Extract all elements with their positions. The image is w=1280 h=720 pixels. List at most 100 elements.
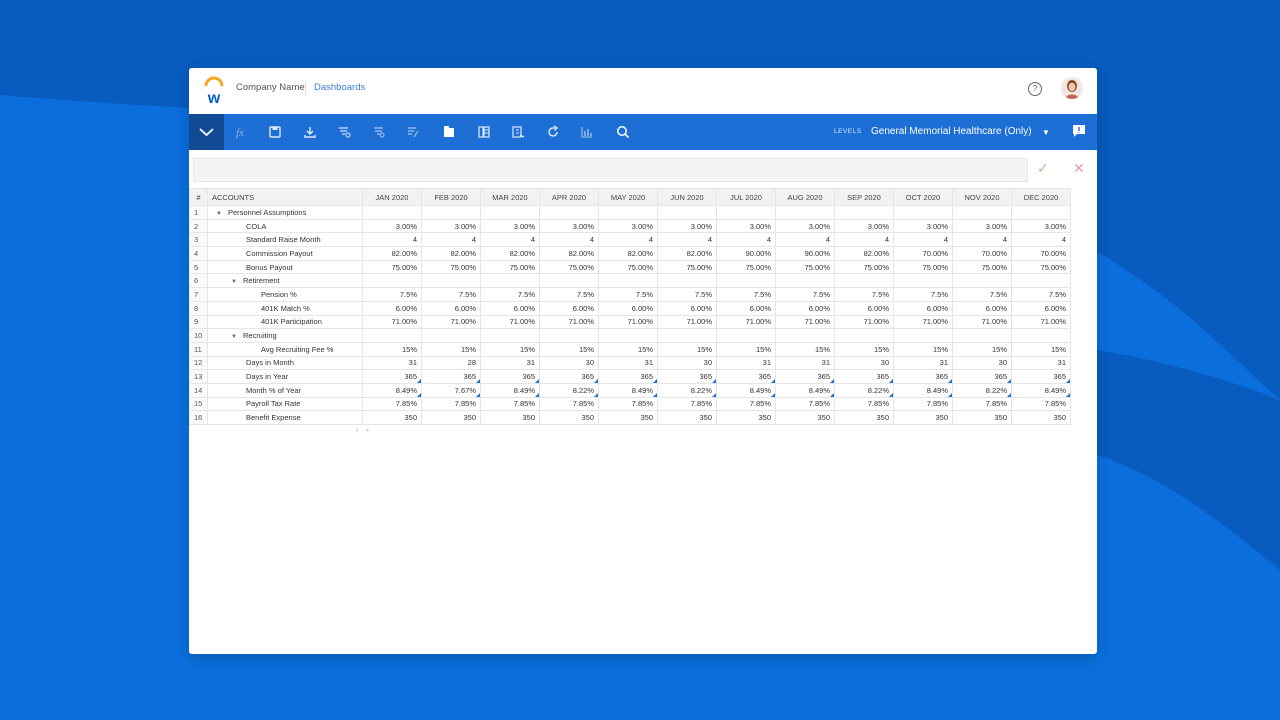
value-cell[interactable]: 15% <box>834 341 894 357</box>
value-cell[interactable]: 82.00% <box>657 246 717 261</box>
refresh-icon[interactable] <box>545 124 561 140</box>
value-cell[interactable]: 31 <box>893 355 953 371</box>
sheet-icon[interactable] <box>441 124 457 140</box>
value-cell[interactable]: 75.00% <box>775 259 835 275</box>
value-cell[interactable] <box>834 328 894 343</box>
value-cell[interactable] <box>1011 205 1071 220</box>
value-cell[interactable]: 3.00% <box>657 218 717 234</box>
value-cell[interactable]: 7.85% <box>893 396 953 412</box>
scroll-right-icon[interactable]: › <box>189 424 363 435</box>
filter-icon[interactable] <box>336 124 352 140</box>
scroll-left-icon[interactable]: ‹ <box>362 424 1071 435</box>
search-icon[interactable] <box>615 124 631 140</box>
value-cell[interactable]: 71.00% <box>893 314 953 330</box>
value-cell[interactable]: 6.00% <box>480 300 540 316</box>
help-icon[interactable]: ? <box>1028 82 1042 96</box>
header-month[interactable]: SEP 2020 <box>834 188 894 206</box>
avatar[interactable] <box>1061 77 1083 99</box>
value-cell[interactable]: 82.00% <box>480 246 540 261</box>
value-cell[interactable]: 4 <box>952 232 1012 248</box>
value-cell[interactable]: 8.49% <box>362 382 422 398</box>
value-cell[interactable]: 75.00% <box>952 259 1012 275</box>
levels-selector[interactable]: General Memorial Healthcare (Only) <box>871 126 1032 137</box>
value-cell[interactable]: 82.00% <box>834 246 894 261</box>
value-cell[interactable]: 15% <box>775 341 835 357</box>
horizontal-scrollbar[interactable]: › ‹ <box>189 424 1071 435</box>
header-month[interactable]: JUL 2020 <box>716 188 776 206</box>
value-cell[interactable]: 75.00% <box>480 259 540 275</box>
value-cell[interactable]: 31 <box>480 355 540 371</box>
value-cell[interactable]: 30 <box>539 355 599 371</box>
value-cell[interactable]: 7.5% <box>539 287 599 302</box>
value-cell[interactable]: 350 <box>952 410 1012 425</box>
account-cell[interactable]: Days in Month <box>207 355 363 371</box>
value-cell[interactable]: 8.22% <box>657 382 717 398</box>
value-cell[interactable]: 70.00% <box>1011 246 1071 261</box>
value-cell[interactable] <box>952 273 1012 289</box>
value-cell[interactable]: 7.85% <box>657 396 717 412</box>
value-cell[interactable]: 4 <box>480 232 540 248</box>
value-cell[interactable]: 15% <box>421 341 481 357</box>
value-cell[interactable]: 15% <box>716 341 776 357</box>
value-cell[interactable]: 8.22% <box>952 382 1012 398</box>
account-cell[interactable]: Commission Payout <box>207 246 363 261</box>
value-cell[interactable]: 350 <box>1011 410 1071 425</box>
value-cell[interactable]: 4 <box>539 232 599 248</box>
value-cell[interactable]: 15% <box>362 341 422 357</box>
value-cell[interactable] <box>775 273 835 289</box>
value-cell[interactable]: 7.85% <box>362 396 422 412</box>
value-cell[interactable]: 3.00% <box>952 218 1012 234</box>
value-cell[interactable]: 3.00% <box>539 218 599 234</box>
value-cell[interactable]: 350 <box>893 410 953 425</box>
value-cell[interactable] <box>539 328 599 343</box>
value-cell[interactable]: 71.00% <box>480 314 540 330</box>
value-cell[interactable]: 15% <box>657 341 717 357</box>
account-cell[interactable]: Bonus Payout <box>207 259 363 275</box>
value-cell[interactable] <box>421 205 481 220</box>
value-cell[interactable]: 4 <box>1011 232 1071 248</box>
value-cell[interactable] <box>716 205 776 220</box>
value-cell[interactable] <box>657 328 717 343</box>
comment-icon[interactable] <box>1072 124 1086 138</box>
value-cell[interactable]: 365 <box>657 369 717 384</box>
value-cell[interactable] <box>539 205 599 220</box>
value-cell[interactable]: 75.00% <box>716 259 776 275</box>
value-cell[interactable]: 365 <box>775 369 835 384</box>
header-month[interactable]: APR 2020 <box>539 188 599 206</box>
value-cell[interactable]: 15% <box>539 341 599 357</box>
value-cell[interactable]: 71.00% <box>834 314 894 330</box>
value-cell[interactable]: 7.85% <box>952 396 1012 412</box>
edit-icon[interactable] <box>405 124 421 140</box>
value-cell[interactable] <box>952 205 1012 220</box>
value-cell[interactable]: 365 <box>1011 369 1071 384</box>
value-cell[interactable]: 7.67% <box>421 382 481 398</box>
value-cell[interactable]: 71.00% <box>657 314 717 330</box>
value-cell[interactable]: 6.00% <box>952 300 1012 316</box>
value-cell[interactable]: 365 <box>716 369 776 384</box>
value-cell[interactable]: 350 <box>834 410 894 425</box>
value-cell[interactable]: 365 <box>362 369 422 384</box>
value-cell[interactable]: 3.00% <box>775 218 835 234</box>
save-icon[interactable] <box>267 124 283 140</box>
value-cell[interactable] <box>480 328 540 343</box>
value-cell[interactable]: 4 <box>834 232 894 248</box>
value-cell[interactable]: 8.22% <box>539 382 599 398</box>
caret-down-icon[interactable]: ▼ <box>1042 128 1050 137</box>
breadcrumb-dashboards[interactable]: Dashboards <box>314 82 365 94</box>
value-cell[interactable]: 71.00% <box>716 314 776 330</box>
value-cell[interactable] <box>421 273 481 289</box>
value-cell[interactable] <box>480 273 540 289</box>
value-cell[interactable]: 4 <box>775 232 835 248</box>
header-accounts[interactable]: ACCOUNTS <box>207 188 363 206</box>
value-cell[interactable] <box>775 205 835 220</box>
value-cell[interactable]: 365 <box>893 369 953 384</box>
close-icon[interactable]: ✕ <box>1073 160 1085 177</box>
value-cell[interactable]: 7.5% <box>834 287 894 302</box>
value-cell[interactable]: 82.00% <box>598 246 658 261</box>
value-cell[interactable]: 30 <box>834 355 894 371</box>
value-cell[interactable]: 4 <box>421 232 481 248</box>
value-cell[interactable] <box>716 273 776 289</box>
expand-caret-icon[interactable]: ▼ <box>231 334 237 340</box>
value-cell[interactable]: 7.85% <box>775 396 835 412</box>
value-cell[interactable]: 350 <box>480 410 540 425</box>
